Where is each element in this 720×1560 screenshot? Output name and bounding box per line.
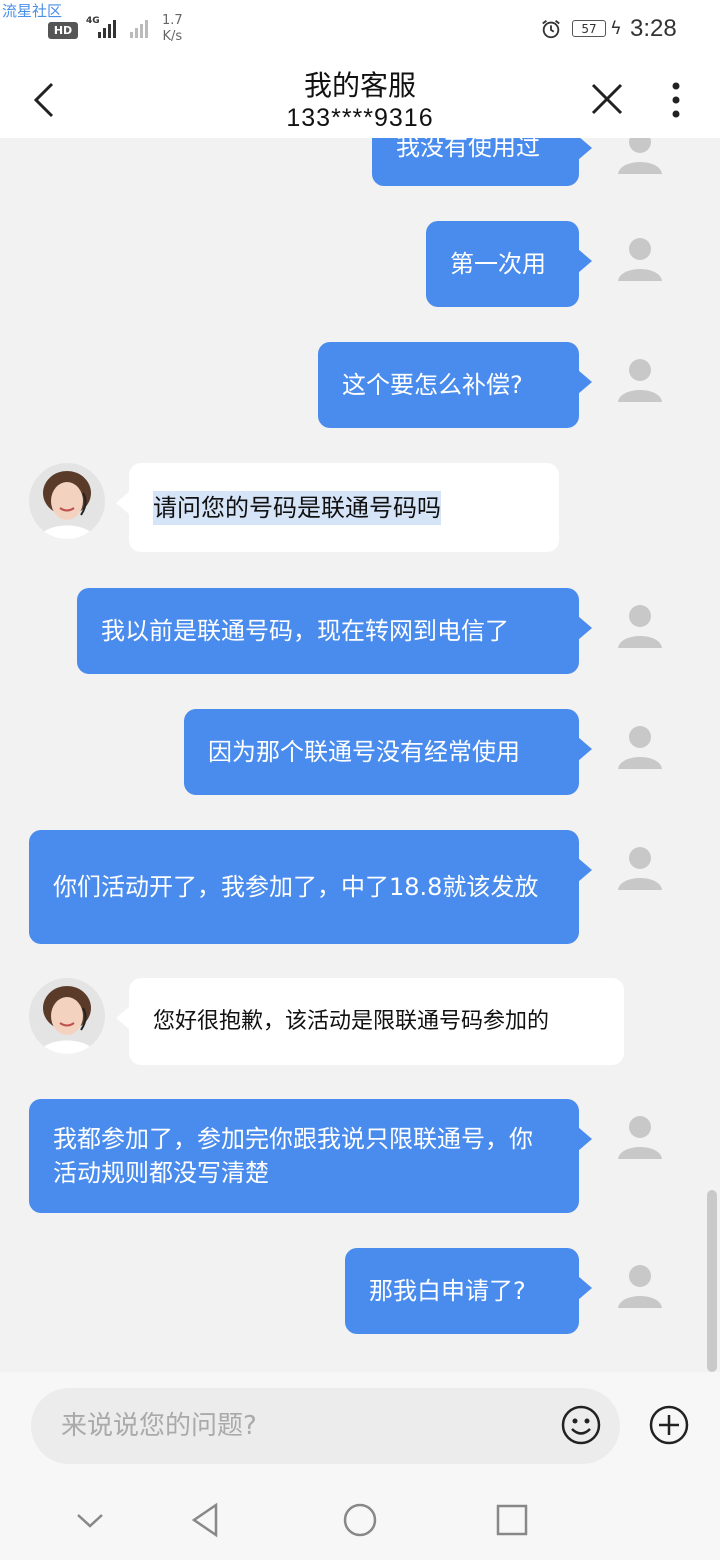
agent-message-bubble: 请问您的号码是联通号码吗 [116,463,559,552]
triangle-back-icon[interactable] [186,1500,226,1540]
alarm-icon [542,20,560,39]
user-avatar-icon [618,847,662,890]
message-text: 你们活动开了，我参加了，中了18.8就该发放 [53,873,539,901]
user-message-bubble: 因为那个联通号没有经常使用 [184,709,592,795]
message-text: 我以前是联通号码，现在转网到电信了 [101,617,509,645]
user-avatar-icon [618,238,662,281]
signal-empty-icon [130,18,148,38]
message-text: 因为那个联通号没有经常使用 [208,738,520,766]
agent-avatar [29,978,105,1054]
user-message-bubble: 这个要怎么补偿? [318,342,592,428]
system-nav-bar [0,1478,720,1560]
network-speed-value: 1.7 [162,13,183,28]
message-text: 第一次用 [450,250,546,278]
message-input[interactable]: 来说说您的问题? [31,1388,620,1464]
message-text: 我没有使用过 [396,138,540,161]
user-avatar-icon [618,726,662,769]
message-text: 这个要怎么补偿? [342,371,523,399]
user-message-bubble: 我没有使用过 [372,138,592,186]
network-speed: 1.7 K/s [162,13,183,45]
square-recents-icon[interactable] [492,1500,532,1540]
battery-icon: 57 [572,20,606,37]
user-message-bubble: 那我白申请了? [345,1248,592,1334]
user-message-bubble: 你们活动开了，我参加了，中了18.8就该发放 [29,830,592,944]
user-avatar-icon [618,1265,662,1308]
status-bar: 流星社区 HD 4G 1.7 K/s 57 ϟ 3:28 [0,0,720,60]
input-bar: 来说说您的问题? [0,1372,720,1478]
user-avatar-icon [618,605,662,648]
user-message-bubble: 我都参加了，参加完你跟我说只限联通号，你活动规则都没写清楚 [29,1099,592,1213]
smiley-icon[interactable] [560,1404,602,1446]
message-text: 那我白申请了? [369,1277,526,1305]
chevron-down-icon[interactable] [70,1500,110,1540]
user-avatar-icon [618,138,662,174]
circle-home-icon[interactable] [340,1500,380,1540]
agent-avatar [29,463,105,539]
network-speed-unit: K/s [162,29,183,44]
status-time: 3:28 [630,15,677,42]
more-vertical-icon[interactable] [666,82,686,118]
charging-icon: ϟ [610,18,622,39]
signal-strength-icon [98,18,116,38]
user-message-bubble: 我以前是联通号码，现在转网到电信了 [77,588,592,674]
plus-circle-icon[interactable] [648,1404,690,1446]
user-avatar-icon [618,359,662,402]
message-text: 您好很抱歉，该活动是限联通号码参加的 [153,1008,550,1034]
watermark-text: 流星社区 [2,2,63,20]
user-message-bubble: 第一次用 [426,221,592,307]
message-text: 我都参加了，参加完你跟我说只限联通号，你活动规则都没写清楚 [53,1125,533,1187]
user-avatar-icon [618,1116,662,1159]
agent-message-bubble: 您好很抱歉，该活动是限联通号码参加的 [116,978,624,1065]
chat-message-list[interactable]: 我没有使用过 第一次用 这个要怎么补偿? 请问您的号码是联通号码吗 我以前是联通… [0,138,720,1372]
chat-header: 我的客服 133****9316 [0,60,720,138]
close-icon[interactable] [590,82,624,116]
hd-icon: HD [48,22,78,39]
message-text: 请问您的号码是联通号码吗 [153,490,441,525]
chat-scrollbar[interactable] [707,1190,717,1372]
